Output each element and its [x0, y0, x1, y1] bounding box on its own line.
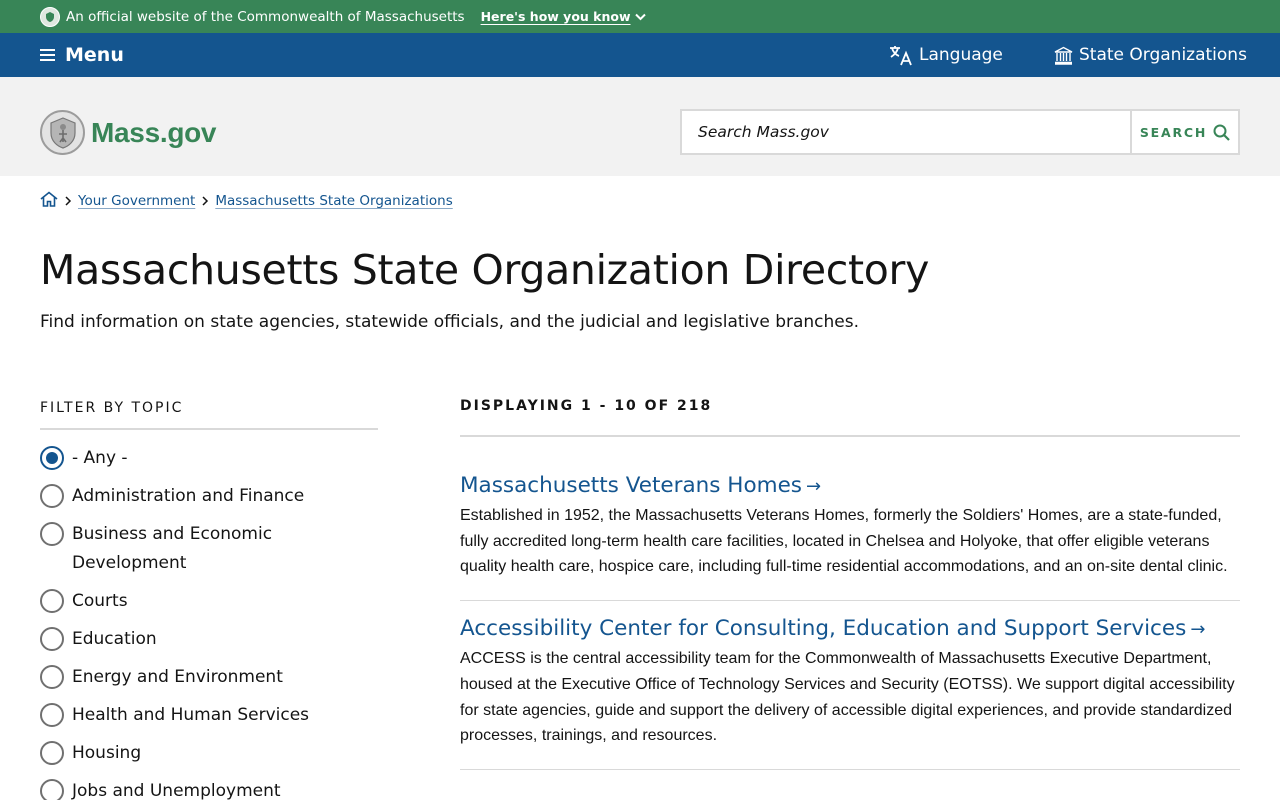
results-count: DISPLAYING 1 - 10 OF 218 [460, 398, 1240, 437]
filter-heading: FILTER BY TOPIC [40, 400, 378, 430]
topic-option[interactable]: Energy and Environment [40, 663, 378, 692]
radio-button[interactable] [40, 446, 64, 470]
breadcrumb-your-government[interactable]: Your Government [78, 193, 195, 209]
topic-option-label: Education [72, 629, 157, 649]
topic-option-label: Housing [72, 743, 142, 763]
topic-option-label: Health and Human Services [72, 705, 310, 725]
radio-button[interactable] [40, 627, 64, 651]
state-organizations-label: State Organizations [1079, 45, 1247, 65]
result-description: ACCESS is the central accessibility team… [460, 650, 1235, 745]
radio-button[interactable] [40, 779, 64, 800]
search-button-label: SEARCH [1139, 124, 1208, 140]
topic-radio-list: - Any - Administration and Finance Busin… [40, 444, 378, 800]
result-title-link[interactable]: Massachusetts Veterans Homes → [460, 472, 1240, 501]
search-input[interactable] [682, 111, 1130, 153]
chevron-right-icon [64, 196, 72, 206]
result-title: Accessibility Center for Consulting, Edu… [460, 616, 1187, 642]
radio-button[interactable] [40, 703, 64, 727]
topic-option-label: Business and Economic Development [72, 524, 273, 573]
radio-button[interactable] [40, 589, 64, 613]
search-form: SEARCH [680, 109, 1240, 155]
topic-option-label: Energy and Environment [72, 667, 283, 687]
how-you-know-link[interactable]: Here's how you know [481, 9, 646, 24]
hamburger-icon [40, 49, 55, 61]
topic-option-label: Courts [72, 591, 128, 611]
state-seal-icon [40, 110, 85, 155]
mass-gov-logo[interactable]: Mass.gov [40, 110, 217, 155]
topic-option[interactable]: Education [40, 625, 378, 654]
topic-option[interactable]: Health and Human Services [40, 701, 378, 730]
utility-nav-bar: Menu Language State Organizations [0, 33, 1280, 77]
language-label: Language [919, 45, 1003, 65]
seal-icon [40, 6, 60, 27]
result-title-link[interactable]: Accessibility Center for Consulting, Edu… [460, 615, 1240, 644]
topic-option-label: - Any - [72, 448, 128, 468]
page-subtitle: Find information on state agencies, stat… [40, 312, 860, 332]
topic-option[interactable]: Business and Economic Development [40, 520, 378, 578]
how-you-know-label: Here's how you know [480, 9, 631, 24]
topic-option[interactable]: - Any - [40, 444, 378, 473]
radio-button[interactable] [40, 484, 64, 508]
arrow-right-icon: → [1190, 619, 1206, 641]
home-icon[interactable] [40, 191, 58, 211]
language-button[interactable]: Language [889, 33, 1003, 77]
search-button[interactable]: SEARCH [1130, 111, 1238, 153]
state-organizations-button[interactable]: State Organizations [1054, 33, 1247, 77]
arrow-right-icon: → [806, 476, 822, 497]
result-item: Massachusetts Veterans Homes → Establishe… [460, 437, 1240, 602]
site-header: Mass.gov SEARCH [0, 77, 1280, 176]
topic-option[interactable]: Housing [40, 739, 378, 768]
search-icon [1213, 124, 1230, 141]
result-item: Accessibility Center for Consulting, Edu… [460, 601, 1240, 770]
filter-by-topic: FILTER BY TOPIC - Any - Administration a… [40, 400, 378, 800]
logo-wordmark: Mass.gov [91, 116, 217, 148]
menu-label: Menu [65, 44, 124, 66]
topic-option[interactable]: Administration and Finance [40, 482, 378, 511]
menu-button[interactable]: Menu [40, 33, 124, 77]
chevron-down-icon [634, 13, 646, 20]
page-title: Massachusetts State Organization Directo… [40, 246, 930, 294]
topic-option-label: Administration and Finance [72, 486, 305, 506]
chevron-right-icon [201, 196, 209, 206]
official-banner: An official website of the Commonwealth … [0, 0, 1280, 33]
official-banner-text: An official website of the Commonwealth … [66, 8, 465, 25]
radio-button[interactable] [40, 741, 64, 765]
topic-option[interactable]: Jobs and Unemployment [40, 777, 378, 800]
translate-icon [890, 46, 912, 66]
breadcrumb: Your Government Massachusetts State Orga… [40, 191, 453, 211]
building-icon [1054, 46, 1073, 65]
radio-button[interactable] [40, 665, 64, 689]
topic-option-label: Jobs and Unemployment [72, 781, 281, 800]
results-list: DISPLAYING 1 - 10 OF 218 Massachusetts V… [460, 398, 1240, 770]
topic-option[interactable]: Courts [40, 587, 378, 616]
result-description: Established in 1952, the Massachusetts V… [460, 507, 1228, 576]
result-title: Massachusetts Veterans Homes [460, 473, 802, 498]
radio-button[interactable] [40, 522, 64, 546]
breadcrumb-state-organizations[interactable]: Massachusetts State Organizations [215, 193, 452, 209]
